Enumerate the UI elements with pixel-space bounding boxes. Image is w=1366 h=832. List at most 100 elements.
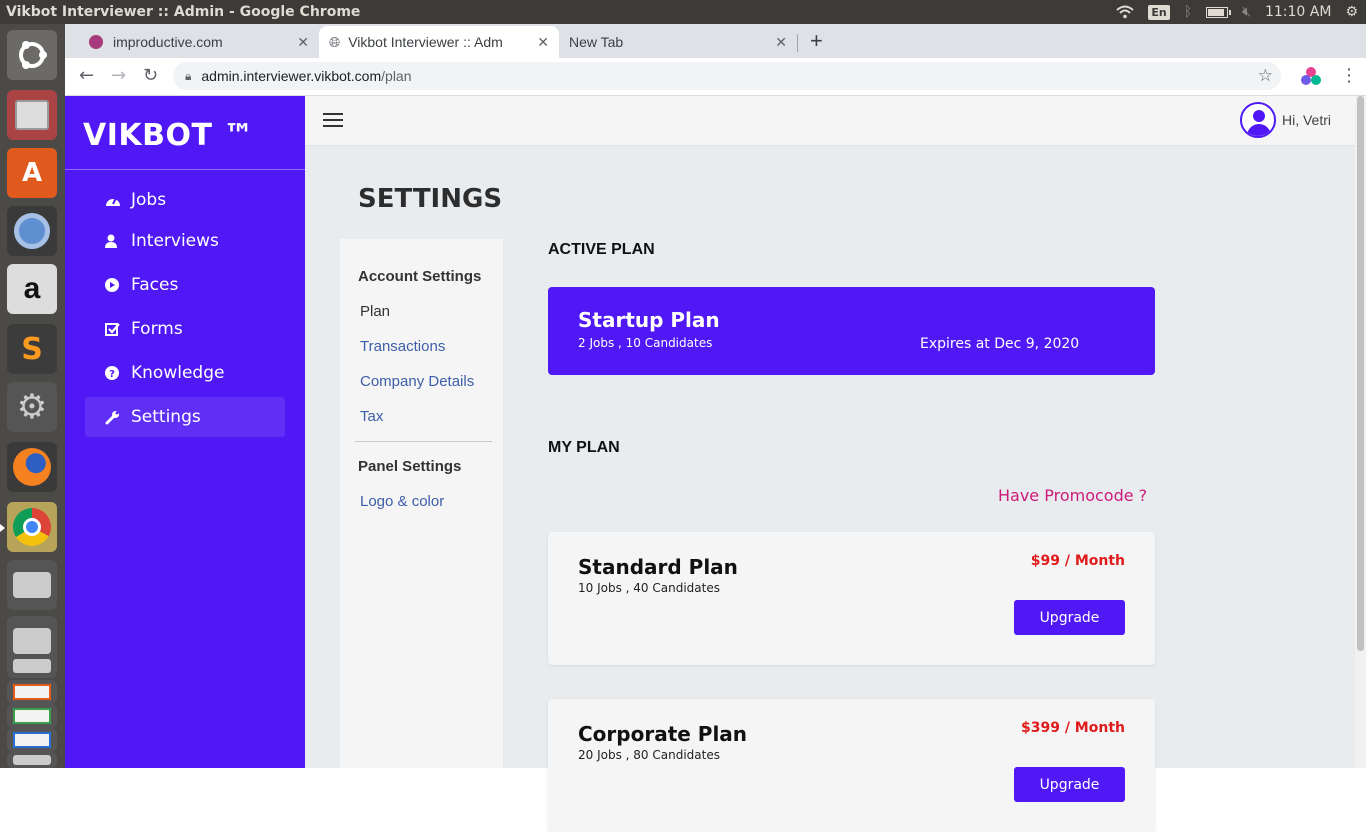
extension-icon[interactable]: [1301, 67, 1321, 87]
sidebar-item-label: Forms: [131, 319, 183, 339]
sidebar-item-interviews[interactable]: Interviews: [85, 221, 285, 261]
dashboard-icon: [85, 193, 131, 207]
tab-close-icon[interactable]: ✕: [537, 34, 549, 51]
settings-link-tax[interactable]: Tax: [360, 408, 383, 425]
settings-link-company-details[interactable]: Company Details: [360, 373, 474, 390]
files-icon[interactable]: [7, 90, 57, 140]
active-plan-card: Startup Plan 2 Jobs , 10 Candidates Expi…: [548, 287, 1155, 375]
settings-link-logo-color[interactable]: Logo & color: [360, 493, 444, 510]
presentation-icon[interactable]: [7, 680, 57, 704]
reload-icon[interactable]: ↻: [143, 65, 158, 86]
firefox-icon[interactable]: [7, 442, 57, 492]
tab-title: Vikbot Interviewer :: Adm: [348, 34, 503, 50]
my-plan-heading: MY PLAN: [548, 439, 620, 456]
avatar[interactable]: [1239, 102, 1276, 138]
settings-gear-icon[interactable]: ⚙: [1345, 4, 1358, 20]
software-center-icon[interactable]: A: [7, 148, 57, 198]
upgrade-button[interactable]: Upgrade: [1014, 600, 1125, 635]
forward-arrow-icon[interactable]: →: [111, 65, 126, 86]
tab-close-icon[interactable]: ✕: [297, 34, 309, 51]
wifi-icon[interactable]: [1116, 5, 1135, 19]
tab-separator: [797, 34, 798, 52]
url-host: admin.interviewer.vikbot.com: [201, 68, 382, 84]
user-menu[interactable]: Hi, Vetri: [1239, 102, 1331, 138]
checkbox-icon: [85, 322, 131, 336]
plan-name: Standard Plan: [578, 555, 738, 579]
tab-favicon-icon: [89, 35, 103, 49]
lock-icon[interactable]: 🔒︎: [185, 69, 191, 84]
active-app-indicator: [0, 524, 5, 532]
active-plan-heading: ACTIVE PLAN: [548, 241, 655, 258]
browser-toolbar: ← → ↻ 🔒︎ admin.interviewer.vikbot.com/pl…: [65, 58, 1366, 96]
brand-logo[interactable]: VIKBOT ™: [83, 118, 254, 153]
menu-toggle-icon[interactable]: [323, 113, 343, 131]
system-settings-icon[interactable]: ⚙: [7, 382, 57, 432]
sidebar: VIKBOT ™ Jobs Interviews Faces Forms ? K…: [65, 96, 305, 768]
page-scrollbar[interactable]: [1355, 96, 1366, 768]
battery-icon[interactable]: [1206, 6, 1232, 18]
clock[interactable]: 11:10 AM: [1265, 4, 1331, 20]
browser-tab-strip: improductive.com ✕ 🌐︎ Vikbot Interviewer…: [65, 24, 1366, 58]
top-header: Hi, Vetri: [305, 96, 1355, 146]
unity-launcher: A a S ⚙: [0, 24, 65, 768]
active-plan-details: 2 Jobs , 10 Candidates: [578, 336, 713, 350]
keyboard-language-indicator[interactable]: En: [1148, 4, 1170, 20]
play-icon: [85, 278, 131, 292]
active-plan-name: Startup Plan: [578, 308, 720, 332]
plan-card-standard: Standard Plan 10 Jobs , 40 Candidates $9…: [548, 532, 1155, 665]
panel-settings-heading: Panel Settings: [358, 458, 462, 475]
tab-improductive[interactable]: improductive.com ✕: [81, 26, 319, 58]
sidebar-item-jobs[interactable]: Jobs: [85, 180, 285, 220]
ubuntu-dash-icon[interactable]: [7, 30, 57, 80]
user-greeting[interactable]: Hi, Vetri: [1282, 112, 1331, 128]
spreadsheet-icon[interactable]: [7, 704, 57, 728]
sublime-text-icon[interactable]: S: [7, 324, 57, 374]
new-tab-button[interactable]: +: [810, 28, 823, 54]
sidebar-divider: [65, 169, 305, 170]
plan-name: Corporate Plan: [578, 722, 748, 746]
chrome-icon[interactable]: [7, 502, 57, 552]
sidebar-item-forms[interactable]: Forms: [85, 309, 285, 349]
back-arrow-icon[interactable]: ←: [79, 65, 94, 86]
active-plan-expiry: Expires at Dec 9, 2020: [920, 336, 1080, 352]
address-bar[interactable]: 🔒︎ admin.interviewer.vikbot.com/plan ☆: [173, 62, 1281, 90]
sidebar-item-label: Knowledge: [131, 363, 225, 383]
system-tray: En ᛒ 🔇︎ 11:10 AM ⚙: [1116, 0, 1358, 24]
amazon-icon[interactable]: a: [7, 264, 57, 314]
settings-nav: Account Settings Plan Transactions Compa…: [340, 239, 503, 768]
upgrade-button[interactable]: Upgrade: [1014, 767, 1125, 802]
drive-icon[interactable]: [7, 654, 57, 678]
sidebar-item-settings[interactable]: Settings: [85, 397, 285, 437]
plan-price: $399 / Month: [1020, 720, 1125, 736]
sidebar-item-label: Settings: [131, 407, 201, 427]
volume-muted-icon[interactable]: 🔇︎: [1242, 4, 1251, 20]
plan-details: 20 Jobs , 80 Candidates: [578, 748, 720, 762]
sidebar-item-faces[interactable]: Faces: [85, 265, 285, 305]
drive-icon[interactable]: [7, 752, 57, 768]
url-path: /plan: [381, 68, 412, 84]
user-icon: [85, 234, 131, 248]
sidebar-item-knowledge[interactable]: ? Knowledge: [85, 353, 285, 393]
tab-new-tab[interactable]: New Tab ✕: [561, 26, 797, 58]
plan-card-corporate: Corporate Plan 20 Jobs , 80 Candidates $…: [548, 699, 1155, 832]
bluetooth-icon[interactable]: ᛒ: [1184, 4, 1192, 20]
tab-vikbot[interactable]: 🌐︎ Vikbot Interviewer :: Adm ✕: [319, 26, 559, 58]
plan-price: $99 / Month: [1030, 553, 1125, 569]
sidebar-item-label: Jobs: [131, 190, 167, 210]
scrollbar-thumb[interactable]: [1357, 96, 1364, 651]
tab-close-icon[interactable]: ✕: [775, 34, 787, 51]
wrench-icon: [85, 410, 131, 425]
app-viewport: VIKBOT ™ Jobs Interviews Faces Forms ? K…: [65, 96, 1355, 832]
window-title: Vikbot Interviewer :: Admin - Google Chr…: [6, 4, 361, 20]
settings-link-transactions[interactable]: Transactions: [360, 338, 445, 355]
document-icon[interactable]: [7, 728, 57, 752]
settings-link-plan[interactable]: Plan: [360, 303, 390, 320]
drive-icon[interactable]: [7, 560, 57, 610]
chromium-icon[interactable]: [7, 206, 57, 256]
os-top-bar: Vikbot Interviewer :: Admin - Google Chr…: [0, 0, 1366, 24]
browser-menu-icon[interactable]: ⋮: [1340, 65, 1358, 86]
question-icon: ?: [85, 366, 131, 380]
sidebar-item-label: Faces: [131, 275, 179, 295]
promocode-link[interactable]: Have Promocode ?: [998, 486, 1147, 505]
bookmark-star-icon[interactable]: ☆: [1258, 66, 1273, 86]
